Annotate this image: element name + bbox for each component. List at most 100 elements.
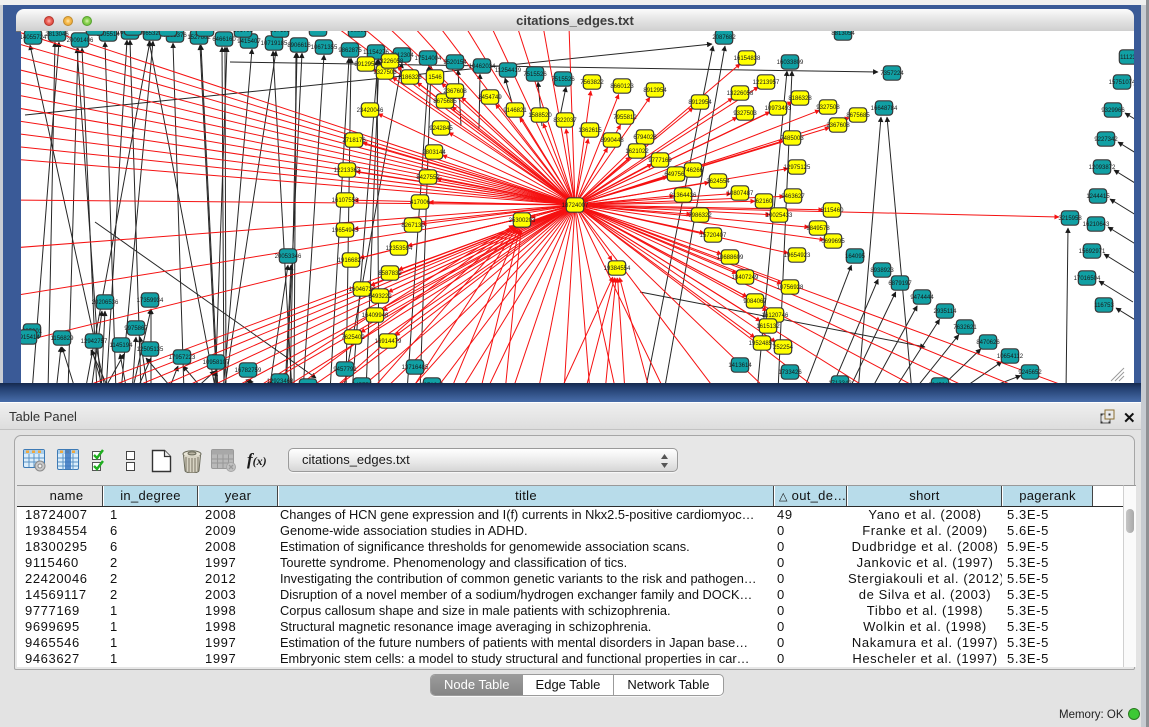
svg-text:16409948: 16409948: [362, 313, 389, 319]
svg-text:10807487: 10807487: [727, 191, 754, 197]
svg-text:7515526: 7515526: [523, 72, 547, 78]
svg-text:8322037: 8322037: [553, 118, 577, 124]
svg-text:16120746: 16120746: [762, 313, 789, 319]
svg-text:9084067: 9084067: [743, 299, 767, 305]
svg-text:9777169: 9777169: [648, 158, 672, 164]
svg-text:10462034: 10462034: [469, 64, 496, 70]
svg-text:9146821: 9146821: [503, 108, 527, 114]
svg-text:9327503: 9327503: [733, 111, 757, 117]
svg-text:12353594: 12353594: [386, 246, 413, 252]
svg-text:10688609: 10688609: [717, 255, 744, 261]
svg-text:15692971: 15692971: [1079, 249, 1106, 255]
svg-text:9327503: 9327503: [373, 70, 397, 76]
svg-text:9463627: 9463627: [781, 194, 805, 200]
svg-text:1615132: 1615132: [756, 324, 780, 330]
svg-text:1621022: 1621022: [625, 149, 649, 155]
svg-text:7955812: 7955812: [613, 115, 637, 121]
svg-text:19524851: 19524851: [749, 341, 776, 347]
svg-text:9227342: 9227342: [1094, 137, 1118, 143]
svg-text:7485003: 7485003: [780, 136, 804, 142]
svg-text:9415407: 9415407: [237, 39, 261, 45]
svg-text:10756928: 10756928: [777, 285, 804, 291]
svg-text:8186328: 8186328: [398, 75, 422, 81]
svg-text:9457791: 9457791: [333, 367, 357, 373]
svg-text:7632621: 7632621: [953, 325, 977, 331]
svg-text:2935114: 2935114: [934, 309, 958, 315]
svg-text:10025433: 10025433: [766, 213, 793, 219]
svg-text:209914: 209914: [85, 31, 106, 32]
svg-text:2718176: 2718176: [342, 138, 366, 144]
svg-text:101791: 101791: [233, 31, 254, 34]
svg-text:2367608: 2367608: [826, 123, 850, 129]
svg-text:16210643: 16210643: [1083, 222, 1110, 228]
svg-text:19654923: 19654923: [784, 253, 811, 259]
svg-text:18724007: 18724007: [562, 203, 589, 209]
svg-text:0699695: 0699695: [821, 239, 845, 245]
svg-text:1733426: 1733426: [778, 370, 802, 376]
svg-text:9474444: 9474444: [910, 295, 934, 301]
svg-text:23420046: 23420046: [357, 108, 384, 114]
svg-text:8470626: 8470626: [976, 340, 1000, 346]
svg-text:16648784: 16648784: [871, 106, 898, 112]
svg-text:10719185: 10719185: [261, 41, 288, 47]
svg-text:1145194: 1145194: [110, 343, 134, 349]
svg-text:21364436: 21364436: [670, 193, 697, 199]
svg-text:12213957: 12213957: [753, 80, 780, 86]
svg-text:9245652: 9245652: [1018, 370, 1042, 376]
svg-text:9327508: 9327508: [816, 105, 840, 111]
svg-text:15751074: 15751074: [1109, 80, 1134, 86]
svg-text:17957223: 17957223: [169, 355, 196, 361]
svg-text:9975867: 9975867: [124, 326, 148, 332]
svg-text:16033809: 16033809: [777, 60, 804, 66]
svg-text:2087682: 2087682: [712, 35, 736, 41]
svg-text:867135: 867135: [270, 31, 291, 34]
svg-text:8186328: 8186328: [788, 96, 812, 102]
svg-text:12213363: 12213363: [334, 168, 361, 174]
svg-text:1588520: 1588520: [528, 113, 552, 119]
svg-text:106532: 106532: [123, 31, 144, 32]
svg-text:19166827: 19166827: [338, 258, 365, 264]
svg-text:8906616: 8906616: [287, 43, 311, 49]
svg-text:8990448: 8990448: [600, 138, 624, 144]
svg-text:1362615: 1362615: [578, 128, 602, 134]
svg-text:19384554: 19384554: [604, 266, 631, 272]
svg-text:3624554: 3624554: [706, 179, 730, 185]
svg-text:6879197: 6879197: [888, 281, 912, 287]
svg-text:20091406: 20091406: [67, 38, 94, 44]
svg-text:8427552: 8427552: [416, 175, 440, 181]
svg-text:1413614: 1413614: [728, 363, 752, 369]
svg-text:6466160: 6466160: [212, 37, 236, 43]
svg-text:164095: 164095: [845, 254, 866, 260]
svg-text:13716485: 13716485: [402, 365, 429, 371]
svg-text:10973493: 10973493: [765, 106, 792, 112]
svg-text:5493222: 5493222: [368, 294, 392, 300]
svg-text:11254419: 11254419: [495, 68, 522, 74]
svg-text:13226058: 13226058: [727, 91, 754, 97]
svg-text:3215958: 3215958: [1058, 216, 1082, 222]
svg-text:12505135: 12505135: [137, 347, 164, 353]
svg-text:9115460: 9115460: [821, 208, 845, 214]
svg-text:20206536: 20206536: [92, 300, 119, 306]
svg-text:8813054: 8813054: [831, 31, 855, 37]
svg-text:7986322: 7986322: [688, 213, 712, 219]
svg-text:9242845: 9242845: [429, 126, 453, 132]
svg-text:10958107: 10958107: [203, 360, 230, 366]
svg-text:1156829: 1156829: [51, 336, 75, 342]
svg-text:1546: 1546: [428, 75, 442, 81]
svg-text:20053346: 20053346: [275, 254, 302, 260]
svg-text:17359934: 17359934: [137, 298, 164, 304]
svg-text:12093872: 12093872: [1089, 165, 1116, 171]
svg-text:12975125: 12975125: [784, 165, 811, 171]
svg-text:7357224: 7357224: [880, 71, 904, 77]
svg-text:6794028: 6794028: [633, 135, 657, 141]
svg-text:19654943: 19654943: [332, 228, 359, 234]
svg-text:16107553: 16107553: [332, 198, 359, 204]
svg-text:8267130: 8267130: [401, 223, 425, 229]
svg-text:8587832: 8587832: [378, 271, 402, 277]
svg-text:16914479: 16914479: [375, 339, 402, 345]
svg-text:8454749: 8454749: [478, 95, 502, 101]
svg-text:116753: 116753: [1094, 303, 1114, 309]
svg-text:417006: 417006: [410, 200, 431, 206]
svg-text:13226058: 13226058: [377, 59, 404, 65]
svg-text:7515526: 7515526: [551, 77, 575, 83]
